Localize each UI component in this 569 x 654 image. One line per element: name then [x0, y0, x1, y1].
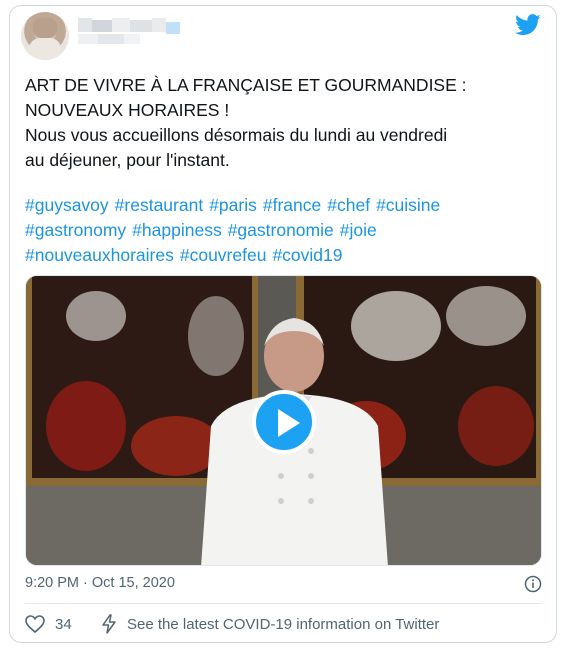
hashtag-link[interactable]: #gastronomie — [228, 220, 334, 240]
avatar[interactable] — [21, 12, 69, 60]
hashtag-link[interactable]: #nouveauxhoraires — [25, 245, 174, 265]
tweet-text-line: au déjeuner, pour l'instant. — [25, 150, 230, 170]
hashtag-link[interactable]: #joie — [340, 220, 377, 240]
tweet-timestamp[interactable]: 9:20 PM · Oct 15, 2020 — [25, 575, 175, 591]
tweet-text-line: NOUVEAUX HORAIRES ! — [25, 100, 230, 120]
play-icon — [278, 409, 300, 437]
twitter-bird-icon[interactable] — [515, 14, 541, 36]
hashtag-link[interactable]: #gastronomy — [25, 220, 126, 240]
hashtag-link[interactable]: #cuisine — [376, 195, 440, 215]
lightning-icon — [102, 614, 116, 634]
covid-info-link[interactable]: See the latest COVID-19 information on T… — [127, 616, 439, 633]
hashtag-link[interactable]: #happiness — [132, 220, 222, 240]
tweet-text-line: ART DE VIVRE À LA FRANÇAISE ET GOURMANDI… — [25, 75, 467, 95]
tweet-text-line: Nous vous accueillons désormais du lundi… — [25, 125, 448, 145]
tweet-text: ART DE VIVRE À LA FRANÇAISE ET GOURMANDI… — [25, 73, 525, 173]
like-count[interactable]: 34 — [55, 616, 72, 633]
hashtag-link[interactable]: #chef — [327, 195, 370, 215]
heart-icon[interactable] — [25, 615, 45, 633]
author-name-blurred[interactable] — [78, 18, 182, 48]
hashtag-link[interactable]: #guysavoy — [25, 195, 109, 215]
play-button[interactable] — [252, 390, 316, 454]
hashtag-link[interactable]: #restaurant — [115, 195, 204, 215]
hashtag-link[interactable]: #paris — [209, 195, 257, 215]
hashtag-link[interactable]: #covid19 — [272, 245, 342, 265]
hashtag-link[interactable]: #france — [263, 195, 321, 215]
hashtag-link[interactable]: #couvrefeu — [180, 245, 267, 265]
hashtag-list: #guysavoy #restaurant #paris #france #chef #c… — [25, 193, 530, 268]
info-icon[interactable] — [524, 575, 542, 593]
divider — [25, 603, 542, 604]
